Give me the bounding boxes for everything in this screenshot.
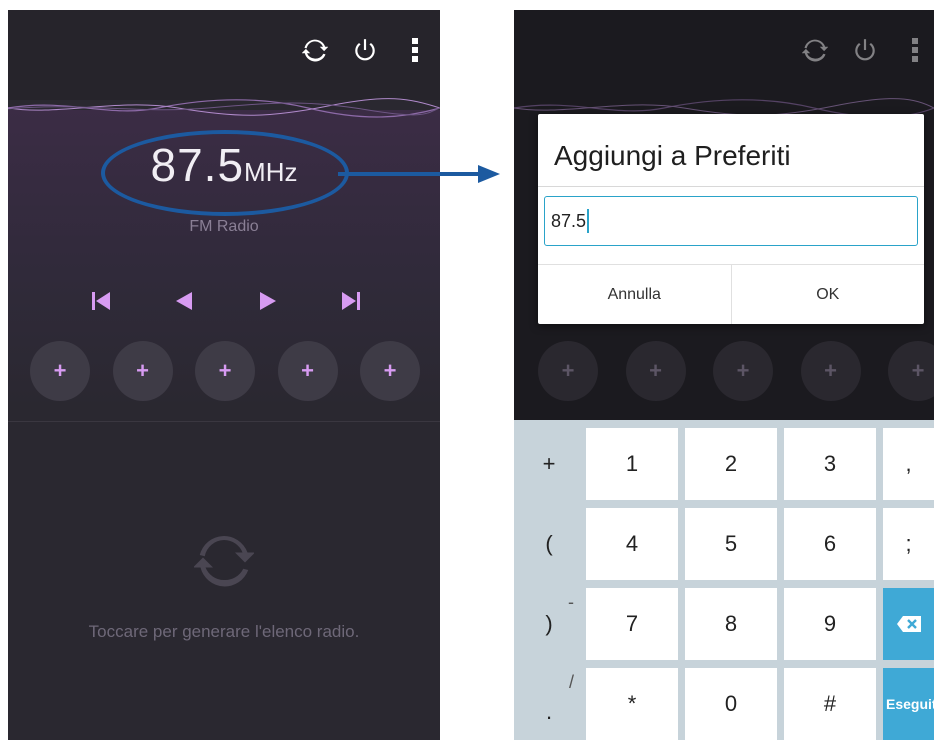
add-preset-button: + [538,341,598,401]
toolbar [790,32,934,68]
power-icon [840,32,890,68]
key-hash[interactable]: # [784,668,876,740]
refresh-icon[interactable] [290,32,340,68]
toolbar [290,32,440,68]
skip-previous-icon[interactable] [86,286,116,316]
key-1[interactable]: 1 [586,428,678,500]
more-vert-icon [890,32,934,68]
key-0[interactable]: 0 [685,668,777,740]
radio-main-screen: 87.5MHz FM Radio + + + + + Toccare per g… [8,10,440,740]
empty-list-hint[interactable]: Toccare per generare l'elenco radio. [8,622,440,642]
numeric-keyboard: + 1 2 3 , ( 4 5 6 ; ) - 7 8 9 . / * 0 # Es… [514,420,934,740]
add-favorite-screen: + + + + + Aggiungi a Preferiti 87.5 Annu… [514,10,934,740]
ok-button[interactable]: OK [732,265,925,324]
add-preset-button: + [888,341,934,401]
key-5[interactable]: 5 [685,508,777,580]
dialog-title: Aggiungi a Preferiti [554,140,791,171]
add-preset-button[interactable]: + [112,341,173,401]
backspace-icon [896,616,921,632]
band-label: FM Radio [189,218,259,235]
more-vert-icon[interactable] [390,32,440,68]
preset-row: + + + + + [30,341,420,401]
input-text: 87.5 [551,210,587,231]
signal-wave [8,98,440,118]
seek-forward-icon[interactable] [253,286,283,316]
key-7[interactable]: 7 [586,588,678,660]
refresh-list-icon[interactable] [193,530,255,590]
key-8[interactable]: 8 [685,588,777,660]
dialog-buttons: Annulla OK [538,265,924,324]
cancel-button[interactable]: Annulla [538,265,731,324]
key-6[interactable]: 6 [784,508,876,580]
backspace-key[interactable] [883,588,934,660]
text-caret [587,209,590,233]
key-alt-label: / [568,672,574,692]
key-main-label: ) [545,611,553,636]
key-period[interactable]: . / [514,668,584,740]
transport-controls [86,286,366,316]
divider [8,421,440,422]
refresh-icon [790,32,840,68]
key-4[interactable]: 4 [586,508,678,580]
key-close-paren[interactable]: ) - [514,588,584,660]
key-comma[interactable]: , [883,428,934,500]
seek-back-icon[interactable] [169,286,199,316]
add-favorite-dialog: Aggiungi a Preferiti 87.5 Annulla OK [538,114,924,324]
frequency-input[interactable]: 87.5 [544,196,918,246]
preset-row-dimmed: + + + + + [538,341,934,401]
power-icon[interactable] [340,32,390,68]
key-asterisk[interactable]: * [586,668,678,740]
add-preset-button: + [625,341,686,401]
callout-arrow [338,165,500,183]
add-preset-button[interactable]: + [195,341,255,401]
key-main-label: . [545,699,553,724]
done-key[interactable]: Eseguito [883,668,934,740]
key-9[interactable]: 9 [784,588,876,660]
add-preset-button: + [713,341,773,401]
key-2[interactable]: 2 [685,428,777,500]
screenshot-stage: 87.5MHz FM Radio + + + + + Toccare per g… [0,0,934,740]
key-3[interactable]: 3 [784,428,876,500]
add-preset-button: + [800,341,861,401]
key-alt-label: - [568,592,574,612]
add-preset-button[interactable]: + [277,341,338,401]
add-preset-button[interactable]: + [360,341,420,401]
key-semicolon[interactable]: ; [883,508,934,580]
key-open-paren[interactable]: ( [514,508,584,580]
skip-next-icon[interactable] [336,286,366,316]
key-plus[interactable]: + [514,428,584,500]
highlight-oval[interactable] [101,130,349,216]
divider [538,186,924,187]
add-preset-button[interactable]: + [30,341,90,401]
